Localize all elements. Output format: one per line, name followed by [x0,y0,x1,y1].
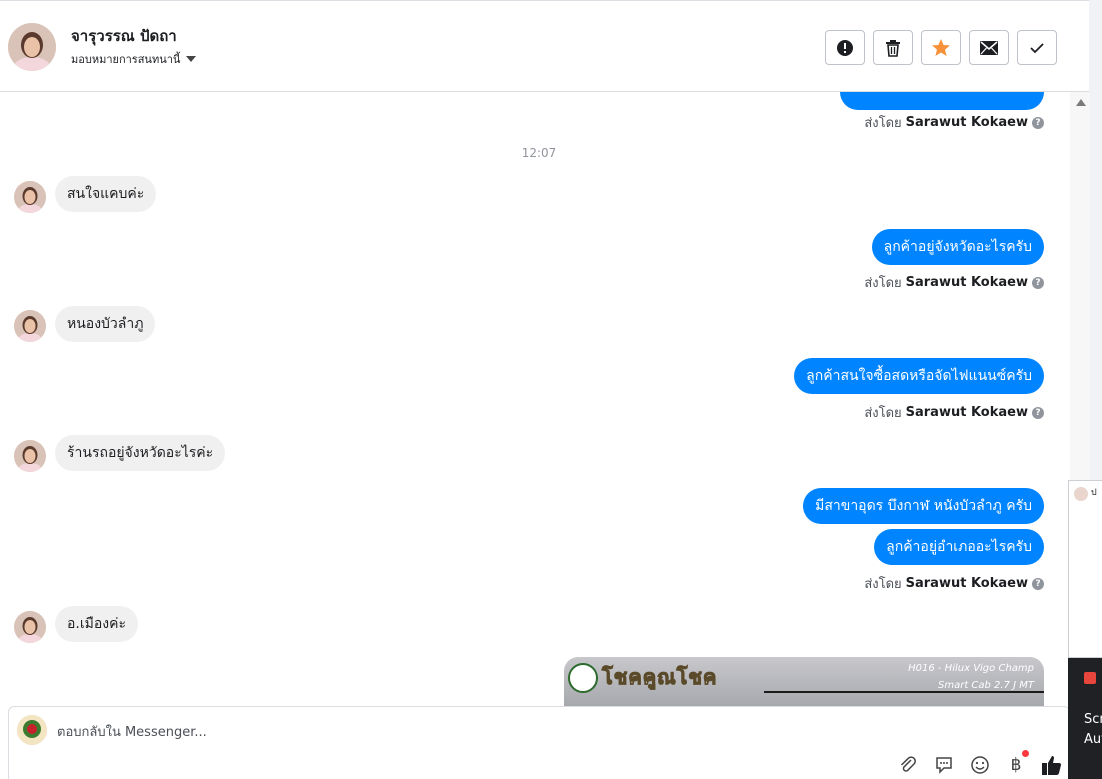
like-button[interactable] [1041,754,1063,776]
page-avatar [17,715,47,745]
help-icon[interactable]: ? [1032,116,1044,129]
mark-spam-button[interactable] [825,30,865,65]
reply-input[interactable]: ตอบกลับใน Messenger... [57,721,207,742]
attach-button[interactable] [897,754,919,776]
message-timestamp: 12:07 [521,146,557,160]
app-icon [1084,672,1096,684]
messenger-inbox: จารุวรรณ ปัดถา มอบหมายการสนทนานี้ ส่งโดย… [0,0,1102,779]
popup-avatar [1074,487,1088,501]
assign-conversation-dropdown[interactable]: มอบหมายการสนทนานี้ [71,50,197,68]
notification-dot [1022,750,1029,757]
emoji-icon [971,756,989,774]
baht-icon: ฿ [1010,755,1022,775]
conversation-header: จารุวรรณ ปัดถา มอบหมายการสนทนานี้ [0,4,1089,92]
image-attachment[interactable]: โชคคูณโชค H016 - Hilux Vigo Champ Smart … [564,657,1044,706]
sent-by-label: ส่งโดย Sarawut Kokaew ? [864,402,1044,423]
image-model-text: H016 - Hilux Vigo Champ Smart Cab 2.7 J … [908,663,1034,691]
mark-done-button[interactable] [1017,30,1057,65]
help-icon[interactable]: ? [1032,577,1044,590]
image-brand-text: โชคคูณโชค [601,665,718,690]
assign-label: มอบหมายการสนทนานี้ [71,53,181,66]
contact-name: จารุวรรณ ปัดถา [71,27,177,45]
contact-avatar[interactable] [14,440,46,472]
help-icon[interactable]: ? [1032,406,1044,419]
message-bubble-outgoing: ลูกค้าอยู่อำเภออะไรครับ [874,529,1044,565]
message-bubble-incoming: ร้านรถอยู่จังหวัดอะไรค่ะ [55,435,226,471]
saved-reply-icon [936,757,952,774]
avatar[interactable] [8,23,56,71]
sent-by-label: ส่งโดย Sarawut Kokaew ? [864,573,1044,594]
mail-icon [980,40,998,55]
popup-text: ป [1091,488,1097,498]
message-bubble-outgoing [840,92,1044,110]
action-toolbar [825,30,1057,65]
check-icon [1030,42,1044,53]
mark-unread-button[interactable] [969,30,1009,65]
star-button[interactable] [921,30,961,65]
sent-by-label: ส่งโดย Sarawut Kokaew ? [864,112,1044,133]
contact-avatar[interactable] [14,611,46,643]
message-bubble-outgoing: มีสาขาอุดร บึงกาฬ หนังบัวลำภู ครับ [803,488,1044,524]
like-icon [1042,756,1061,775]
delete-button[interactable] [873,30,913,65]
message-bubble-outgoing: ลูกค้าอยู่จังหวัดอะไรครับ [871,229,1044,265]
reply-composer: ตอบกลับใน Messenger... ฿ [8,706,1070,779]
contact-avatar[interactable] [14,181,46,213]
contact-avatar[interactable] [14,310,46,342]
message-bubble-incoming: หนองบัวลำภู [55,306,156,342]
composer-tools: ฿ [897,750,1063,776]
notification-text: Scr Aut [1084,712,1102,747]
image-divider [764,691,1044,693]
trash-icon [886,39,900,57]
message-bubble-incoming: สนใจแคบค่ะ [55,176,157,212]
message-thread[interactable]: ส่งโดย Sarawut Kokaew ? 12:07 สนใจแคบค่ะ… [0,92,1070,706]
message-bubble-incoming: อ.เมืองค่ะ [55,606,139,642]
right-strip [1089,0,1102,480]
notification-panel[interactable]: Scr Aut [1068,658,1102,779]
chat-popup[interactable]: ป [1068,480,1102,658]
caret-down-icon [186,56,197,62]
help-icon[interactable]: ? [1032,276,1044,289]
attach-icon [900,756,916,772]
alert-icon [837,39,853,56]
saved-reply-button[interactable] [933,754,955,776]
emoji-button[interactable] [969,754,991,776]
message-bubble-outgoing: ลูกค้าสนใจซื้อสดหรือจัดไฟแนนซ์ครับ [794,358,1044,394]
sent-by-label: ส่งโดย Sarawut Kokaew ? [864,272,1044,293]
dealer-logo-icon [568,663,598,693]
star-icon [932,38,950,56]
payment-button[interactable]: ฿ [1005,750,1029,776]
scroll-up-arrow-icon[interactable] [1076,99,1086,106]
